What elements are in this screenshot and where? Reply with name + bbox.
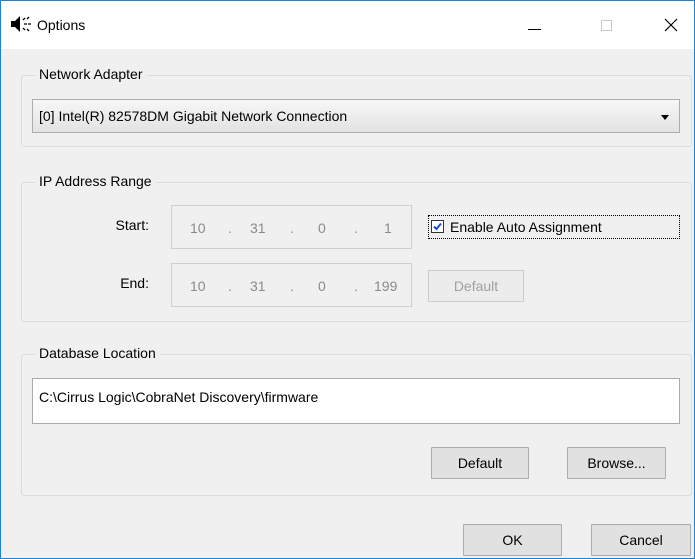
octet-dot: . (228, 220, 232, 236)
octet-dot: . (354, 278, 358, 294)
database-path-value: C:\Cirrus Logic\CobraNet Discovery\firmw… (39, 389, 319, 405)
octet-dot: . (290, 220, 294, 236)
database-location-label: Database Location (35, 345, 160, 361)
start-octet-1: 10 (190, 220, 206, 236)
start-octet-2: 31 (250, 220, 266, 236)
checkbox-box[interactable] (431, 220, 444, 233)
start-octet-3: 0 (318, 220, 326, 236)
end-octet-4: 199 (374, 278, 398, 294)
network-adapter-value: [0] Intel(R) 82578DM Gigabit Network Con… (39, 108, 348, 124)
start-label: Start: (115, 217, 149, 233)
maximize-button[interactable] (584, 1, 630, 49)
browse-button[interactable]: Browse... (567, 447, 666, 479)
window-title: Options (37, 17, 86, 33)
octet-dot: . (228, 278, 232, 294)
network-adapter-label: Network Adapter (35, 66, 147, 82)
octet-dot: . (354, 220, 358, 236)
end-octet-1: 10 (190, 278, 206, 294)
ip-range-label: IP Address Range (35, 173, 156, 189)
start-octet-4: 1 (384, 220, 392, 236)
octet-dot: . (290, 278, 294, 294)
title-bar: Options (1, 1, 694, 49)
speaker-icon (10, 15, 32, 33)
start-ip-field[interactable]: 10 . 31 . 0 . 1 (171, 205, 412, 249)
chevron-down-icon (661, 115, 669, 120)
database-default-button[interactable]: Default (431, 447, 529, 479)
end-octet-2: 31 (250, 278, 266, 294)
ok-button[interactable]: OK (463, 524, 562, 556)
close-icon (664, 18, 678, 32)
network-adapter-select[interactable]: [0] Intel(R) 82578DM Gigabit Network Con… (32, 99, 680, 133)
auto-assign-label: Enable Auto Assignment (450, 219, 602, 235)
checkmark-icon (433, 222, 442, 231)
ip-default-button[interactable]: Default (428, 270, 524, 302)
cancel-button[interactable]: Cancel (591, 524, 691, 556)
end-label: End: (120, 275, 149, 291)
options-window: Options Network Adapter [0] Intel(R) 825… (0, 0, 695, 559)
close-button[interactable] (648, 1, 694, 49)
end-octet-3: 0 (318, 278, 326, 294)
auto-assign-checkbox[interactable]: Enable Auto Assignment (428, 215, 680, 239)
minimize-button[interactable] (511, 1, 557, 49)
database-path-field[interactable]: C:\Cirrus Logic\CobraNet Discovery\firmw… (32, 378, 680, 424)
end-ip-field[interactable]: 10 . 31 . 0 . 199 (171, 263, 412, 307)
